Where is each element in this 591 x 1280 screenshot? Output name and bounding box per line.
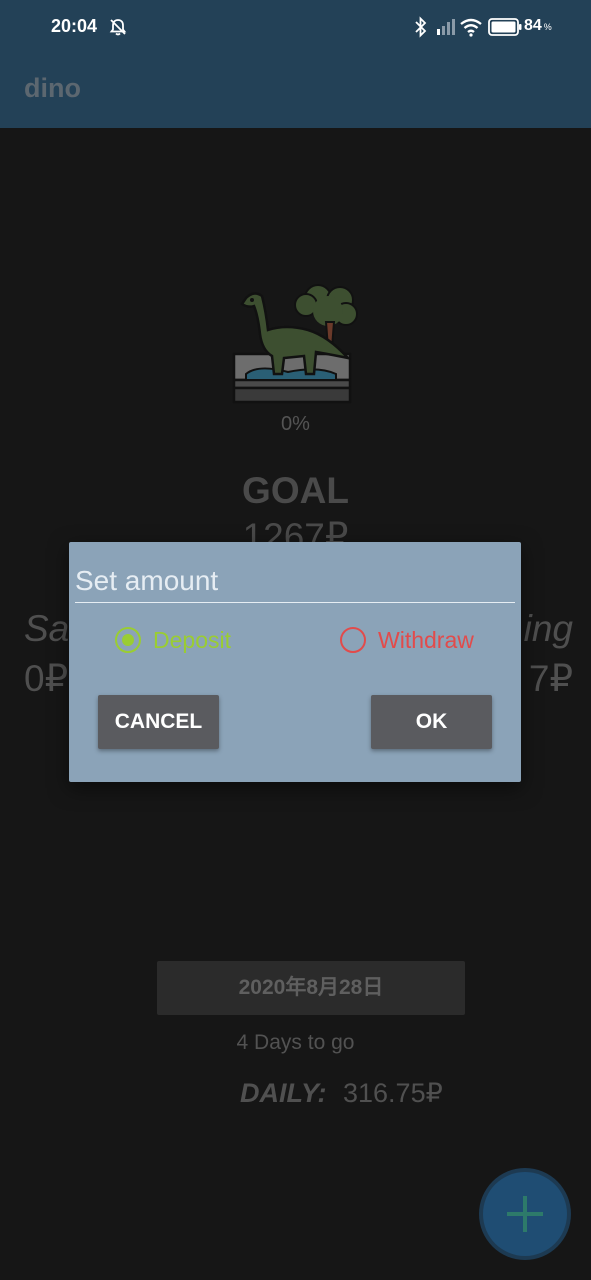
daily-value: 316.75₽ (343, 1078, 443, 1108)
bluetooth-icon (415, 16, 427, 38)
battery-percent: 84% (524, 17, 552, 34)
date-picker-button[interactable]: 2020年8月28日 (157, 961, 465, 1015)
set-amount-dialog: Deposit Withdraw CANCEL OK (69, 542, 521, 782)
deposit-radio[interactable]: Deposit (115, 624, 231, 656)
remaining-value: 7₽ (528, 658, 573, 699)
app-bar: dino (0, 56, 591, 128)
bell-off-icon (109, 19, 127, 36)
plus-icon (507, 1196, 543, 1232)
dinosaur-icon (232, 284, 358, 404)
battery-icon (488, 18, 522, 36)
withdraw-radio[interactable]: Withdraw (340, 624, 474, 656)
app-title: dino (24, 73, 81, 103)
goal-heading: GOAL (242, 470, 349, 511)
saved-label: Sa (24, 608, 70, 649)
status-time: 20:04 (51, 16, 98, 36)
status-bar: 20:04 84% (0, 0, 591, 56)
saved-value: 0₽ (24, 658, 69, 699)
add-fab-button[interactable] (483, 1172, 567, 1256)
cancel-button[interactable]: CANCEL (98, 695, 219, 749)
daily-label: DAILY: (240, 1078, 327, 1108)
wifi-icon (460, 18, 482, 37)
withdraw-label: Withdraw (378, 626, 474, 653)
remaining-label: ing (523, 608, 573, 649)
deposit-label: Deposit (153, 626, 231, 653)
amount-input[interactable] (75, 560, 515, 603)
signal-icon (437, 19, 455, 35)
ok-button[interactable]: OK (371, 695, 492, 749)
progress-text: 0% (281, 413, 310, 435)
withdraw-radio-button[interactable] (340, 627, 366, 653)
deposit-radio-button[interactable] (115, 627, 141, 653)
days-to-go-text: 4 Days to go (236, 1031, 355, 1054)
